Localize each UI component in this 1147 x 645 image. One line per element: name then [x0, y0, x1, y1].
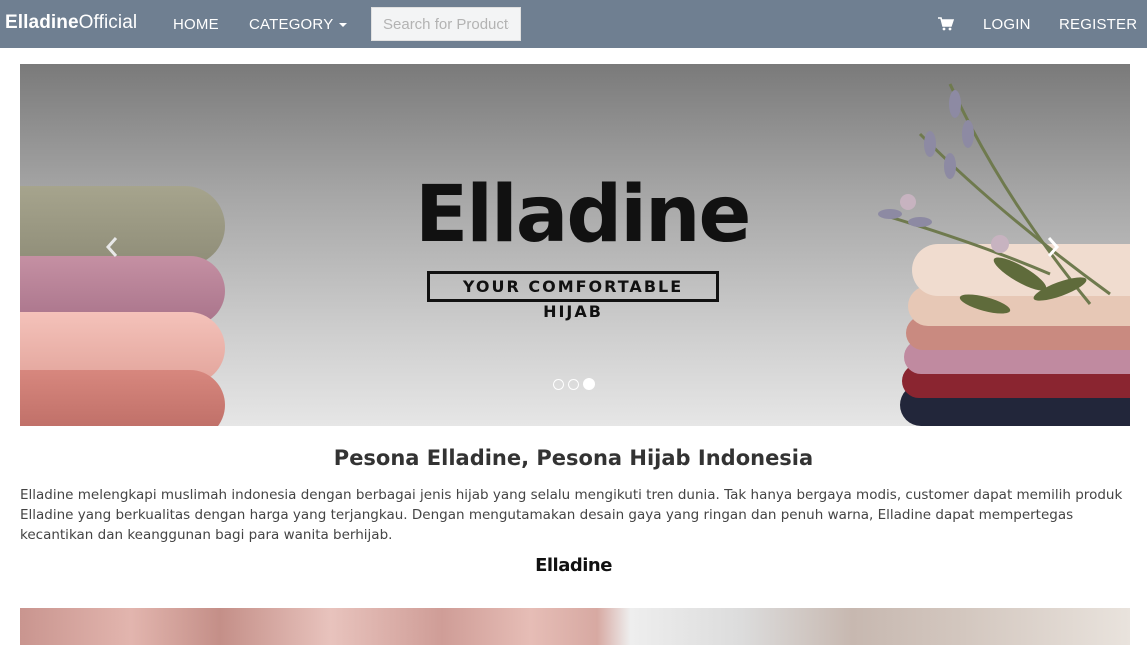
carousel-prev-chevron-icon[interactable] — [100, 232, 124, 262]
nav-register-link[interactable]: REGISTER — [1059, 16, 1137, 33]
nav-category-label: CATEGORY — [249, 16, 334, 33]
brand-bold: Elladine — [5, 12, 79, 33]
nav-category-dropdown[interactable]: CATEGORY — [249, 16, 348, 33]
carousel-next-chevron-icon[interactable] — [1041, 232, 1065, 262]
lavender-flowers-decoration — [878, 83, 1111, 314]
carousel-indicator-2[interactable] — [568, 378, 579, 390]
brand-logo[interactable]: ElladineOfficial — [5, 12, 137, 34]
hero-carousel[interactable]: Elladine YOUR COMFORTABLE HIJAB — [20, 64, 1130, 426]
section-heading: Pesona Elladine, Pesona Hijab Indonesia — [333, 446, 814, 470]
search-input[interactable] — [371, 7, 521, 41]
section-description: Elladine melengkapi muslimah indonesia d… — [20, 487, 1123, 543]
hero-logo-wordmark: Elladine — [415, 170, 751, 260]
carousel-indicators — [553, 378, 595, 390]
hero-tagline: YOUR COMFORTABLE HIJAB — [427, 271, 719, 321]
nav-home-link[interactable]: HOME — [173, 16, 219, 33]
carousel-indicator-3[interactable] — [583, 378, 595, 390]
carousel-indicator-1[interactable] — [553, 378, 564, 390]
caret-down-icon — [339, 23, 348, 28]
navbar: ElladineOfficial HOME CATEGORY LOGIN REG… — [0, 0, 1147, 48]
section-signature: Elladine — [535, 555, 612, 576]
hijab-banner-image — [20, 608, 1130, 645]
nav-login-link[interactable]: LOGIN — [983, 16, 1031, 33]
shopping-cart-icon[interactable] — [938, 17, 955, 31]
brand-regular: Official — [78, 12, 138, 33]
